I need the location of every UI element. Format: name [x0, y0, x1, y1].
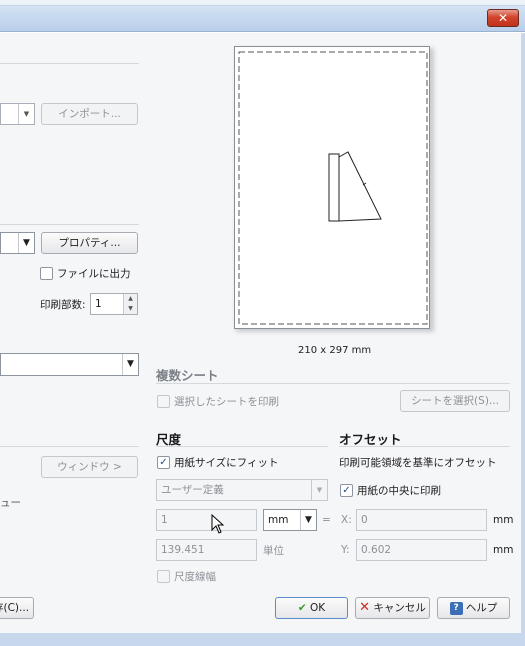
- offset-y-label: Y:: [341, 544, 350, 556]
- scale-preset-value: ユーザー定義: [161, 484, 224, 496]
- section-divider: [156, 446, 328, 447]
- unit-value: mm: [268, 514, 289, 526]
- copies-input[interactable]: 1 ▲ ▼: [90, 293, 138, 315]
- print-to-file-label: ファイルに出力: [57, 268, 131, 280]
- check-icon: ✔: [297, 602, 307, 614]
- cancel-x-icon: ✕: [359, 600, 371, 615]
- chevron-down-icon: ▼: [18, 233, 34, 253]
- offset-y-value: 0.602: [361, 544, 392, 556]
- import-source-dropdown[interactable]: ▼: [0, 103, 35, 125]
- offset-x-unit: mm: [493, 514, 514, 526]
- offset-x-input[interactable]: 0: [356, 509, 487, 531]
- unit-dropdown[interactable]: mm ▼: [263, 509, 317, 531]
- chevron-down-icon: ▼: [18, 104, 34, 124]
- print-to-file-checkbox[interactable]: [40, 267, 53, 280]
- section-divider: [0, 63, 139, 64]
- print-range-dropdown[interactable]: ▼: [0, 353, 139, 376]
- scale-lineweights-checkbox[interactable]: [157, 570, 170, 583]
- spinner-icon[interactable]: ▲ ▼: [123, 294, 137, 314]
- fit-to-paper-label: 用紙サイズにフィット: [174, 457, 279, 469]
- unit-label: 単位: [263, 545, 284, 557]
- copies-value: 1: [95, 298, 102, 310]
- offset-y-unit: mm: [493, 544, 514, 556]
- ok-button-label: OK: [310, 602, 326, 614]
- offset-x-value: 0: [361, 514, 368, 526]
- section-divider: [0, 224, 139, 225]
- center-on-paper-checkbox[interactable]: ✓: [340, 484, 353, 497]
- print-preview-page: [234, 46, 430, 329]
- print-selected-sheets-label: 選択したシートを印刷: [174, 396, 279, 408]
- title-bar-top-strip: [0, 0, 525, 6]
- preview-drawing: [238, 51, 428, 325]
- cancel-button-label: キャンセル: [373, 602, 426, 614]
- offset-x-label: X:: [341, 514, 352, 526]
- select-sheets-button[interactable]: シートを選択(S)...: [400, 390, 510, 412]
- close-icon: ✕: [497, 11, 509, 25]
- printer-dropdown[interactable]: ▼: [0, 232, 35, 254]
- mouse-cursor-icon: [211, 514, 225, 534]
- equals-sign: =: [322, 514, 331, 526]
- import-button[interactable]: インポート...: [41, 103, 138, 125]
- scale-value-input[interactable]: 1: [156, 509, 257, 531]
- scale-lineweights-label: 尺度線幅: [174, 571, 216, 583]
- offset-y-input[interactable]: 0.602: [356, 539, 487, 561]
- section-divider: [156, 383, 510, 384]
- save-button[interactable]: 存(C)...: [0, 597, 34, 619]
- offset-basis-text: 印刷可能領域を基準にオフセット: [339, 457, 497, 469]
- page-size-label: 210 x 297 mm: [298, 345, 372, 356]
- multi-sheet-heading: 複数シート: [156, 368, 219, 383]
- ok-button[interactable]: ✔ OK: [275, 597, 348, 619]
- copies-label: 印刷部数:: [40, 299, 86, 311]
- close-button[interactable]: ✕: [487, 9, 519, 27]
- chevron-down-icon: ▼: [300, 510, 316, 530]
- truncated-text: ュー: [0, 497, 21, 509]
- center-on-paper-label: 用紙の中央に印刷: [357, 485, 441, 497]
- print-selected-sheets-checkbox[interactable]: [157, 395, 170, 408]
- chevron-down-icon: ▼: [311, 480, 327, 500]
- cancel-button[interactable]: ✕ キャンセル: [355, 597, 430, 619]
- scale-computed-input[interactable]: 139.451: [156, 539, 257, 561]
- scale-computed-value: 139.451: [161, 544, 205, 556]
- chevron-down-icon: ▼: [122, 354, 138, 375]
- fit-to-paper-checkbox[interactable]: ✓: [157, 456, 170, 469]
- window-bottom-border: [0, 633, 525, 646]
- window-right-border: [521, 33, 525, 633]
- help-button[interactable]: ? ヘルプ: [437, 597, 510, 619]
- section-divider: [339, 446, 510, 447]
- properties-button[interactable]: プロパティ...: [41, 232, 138, 254]
- section-divider: [0, 446, 139, 447]
- help-button-label: ヘルプ: [465, 602, 498, 614]
- help-icon: ?: [449, 601, 463, 615]
- scale-value: 1: [161, 514, 168, 526]
- scale-preset-dropdown[interactable]: ユーザー定義 ▼: [156, 479, 328, 501]
- window-button[interactable]: ウィンドウ >: [41, 456, 138, 478]
